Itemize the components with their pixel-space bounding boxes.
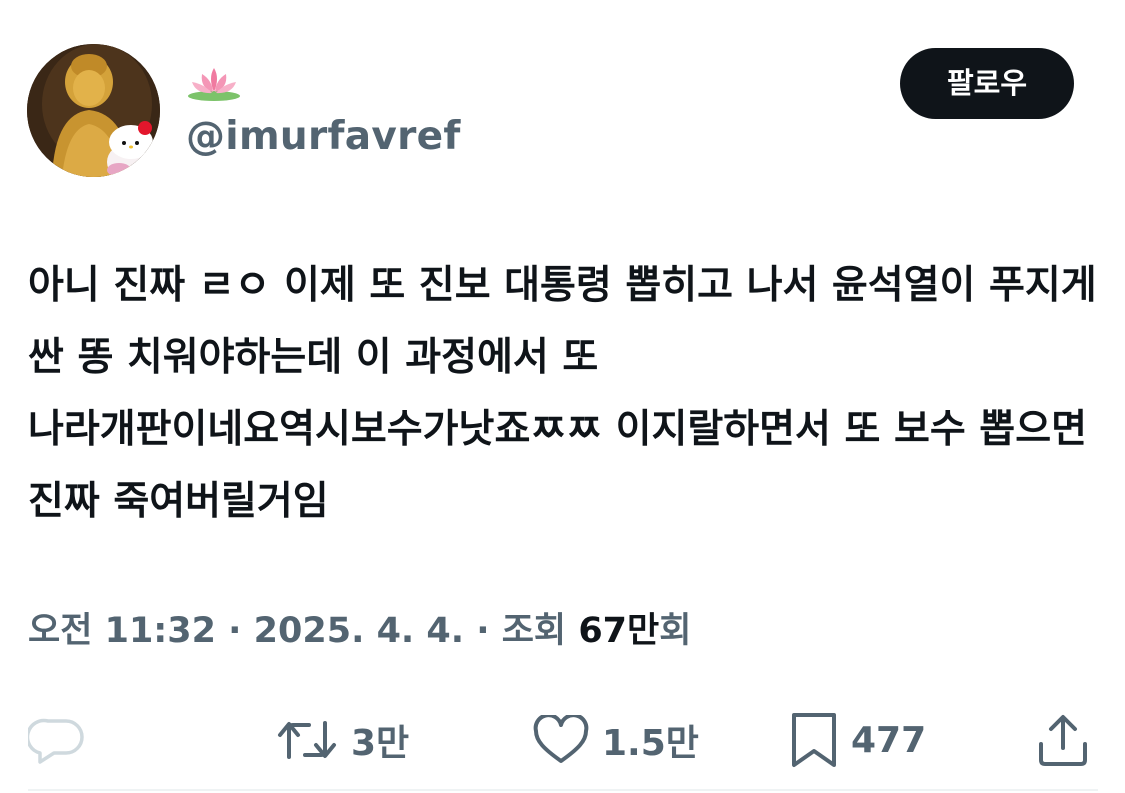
views-label: 조회 [501, 611, 579, 651]
tweet-time[interactable]: 오전 11:32 [28, 611, 216, 651]
meta-separator: · [216, 611, 254, 651]
avatar[interactable] [27, 44, 160, 177]
tweet-meta: 오전 11:32 · 2025. 4. 4. · 조회 67만회 [28, 606, 691, 656]
share-button[interactable] [1035, 710, 1091, 770]
heart-icon [533, 715, 589, 763]
reply-button[interactable] [28, 710, 86, 770]
lotus-emoji-icon [188, 68, 240, 101]
tweet-date[interactable]: 2025. 4. 4. [254, 611, 464, 651]
like-count: 1.5만 [602, 723, 699, 764]
action-bar: 3만 1.5만 477 [0, 700, 1125, 780]
tweet-text: 아니 진짜 ㄹㅇ 이제 또 진보 대통령 뽑히고 나서 윤석열이 푸지게 싼 똥… [28, 263, 1111, 524]
share-icon [1039, 715, 1087, 766]
views-count: 67만 [578, 611, 660, 651]
avatar-image [27, 44, 160, 177]
meta-separator: · [464, 611, 502, 651]
views-suffix: 회 [659, 611, 692, 651]
user-handle[interactable]: @imurfavref [186, 114, 461, 160]
bookmark-icon [792, 713, 836, 767]
divider [28, 789, 1098, 791]
retweet-count: 3만 [351, 723, 410, 764]
reply-icon [28, 718, 84, 764]
bookmark-count: 477 [851, 719, 927, 761]
like-button[interactable]: 1.5만 [532, 710, 699, 770]
display-name[interactable] [186, 62, 246, 102]
retweet-button[interactable]: 3만 [275, 710, 409, 770]
retweet-icon [278, 721, 336, 759]
bookmark-button[interactable]: 477 [789, 710, 926, 770]
follow-button[interactable]: 팔로우 [900, 48, 1074, 119]
